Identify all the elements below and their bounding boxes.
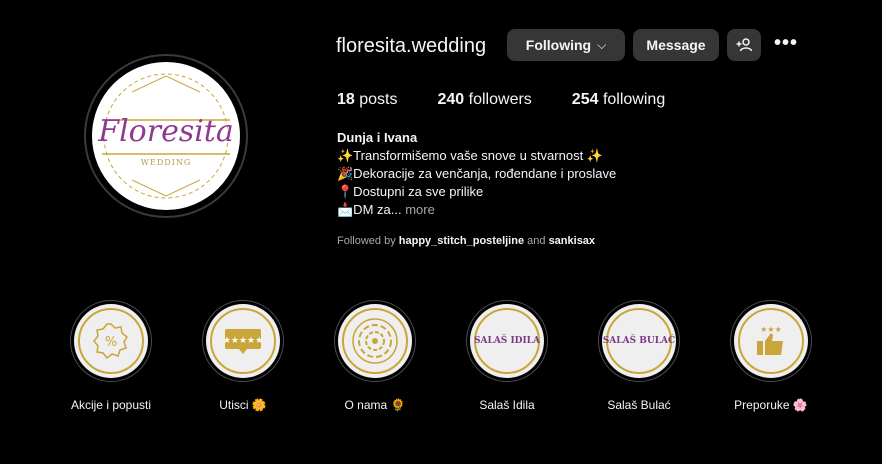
highlight-cover-text: SALAŠ BULAĆ [602, 336, 676, 346]
highlight-salas-bulac[interactable]: SALAŠ BULAĆ Salaš Bulać [584, 300, 694, 412]
message-button[interactable]: Message [633, 29, 719, 61]
highlight-cover: SALAŠ IDILA [470, 304, 544, 378]
bio-more-link[interactable]: more [405, 202, 435, 217]
highlight-ring: ★★★ [730, 300, 812, 382]
stat-posts[interactable]: 18 posts [337, 91, 398, 109]
bio-line: 🎉Dekoracije za venčanja, rođendane i pro… [337, 166, 617, 181]
bio-line: ✨Transformišemo vaše snove u stvarnost ✨ [337, 148, 603, 163]
follower-link[interactable]: happy_stitch_posteljine [399, 235, 524, 247]
highlight-preporuke[interactable]: ★★★ Preporuke 🌸 [716, 300, 826, 412]
highlight-label: Salaš Bulać [607, 398, 671, 412]
thumbs-up-icon: ★★★ [757, 325, 783, 355]
highlight-cover: % [74, 304, 148, 378]
highlight-cover: SALAŠ BULAĆ [602, 304, 676, 378]
avatar-logo: Floresita WEDDING [92, 62, 240, 210]
bio-name: Dunja i Ivana [337, 130, 418, 145]
rating-stars-icon: ★★★★★ [223, 329, 263, 354]
bio-line: 📍Dostupni za sve prilike [337, 184, 484, 199]
svg-text:★★★★★: ★★★★★ [223, 336, 263, 346]
highlight-akcije[interactable]: % Akcije i popusti [56, 300, 166, 412]
bio: Dunja i Ivana ✨Transformišemo vaše snove… [337, 129, 616, 219]
svg-text:%: % [105, 335, 117, 350]
highlight-utisci[interactable]: ★★★★★ Utisci 🌼 [188, 300, 298, 412]
bio-line-last: 📩DM za... more [337, 202, 435, 217]
add-user-icon [736, 38, 752, 52]
highlight-o-nama[interactable]: O nama 🌻 [320, 300, 430, 412]
chevron-down-icon: ⌵ [597, 37, 607, 52]
following-label: Following [525, 37, 592, 53]
highlight-label: Salaš Idila [479, 398, 535, 412]
swirl-icon [352, 318, 398, 364]
follower-link[interactable]: sankisax [549, 235, 595, 247]
svg-text:★★★: ★★★ [760, 325, 782, 334]
message-label: Message [646, 37, 706, 53]
stat-followers[interactable]: 240 followers [438, 91, 532, 109]
profile-avatar[interactable]: Floresita WEDDING [84, 54, 248, 218]
profile-stats: 18 posts 240 followers 254 following [337, 91, 705, 109]
highlight-ring [334, 300, 416, 382]
stat-following[interactable]: 254 following [572, 91, 665, 109]
highlight-cover: ★★★ [734, 304, 808, 378]
highlight-label: O nama 🌻 [344, 398, 406, 412]
highlight-label: Utisci 🌼 [219, 398, 267, 412]
add-user-button[interactable] [727, 29, 761, 61]
logo-title: Floresita [98, 114, 234, 149]
highlight-salas-idila[interactable]: SALAŠ IDILA Salaš Idila [452, 300, 562, 412]
highlight-ring: ★★★★★ [202, 300, 284, 382]
more-icon[interactable]: ••• [774, 32, 798, 55]
highlight-cover: ★★★★★ [206, 304, 280, 378]
username: floresita.wedding [336, 35, 487, 57]
highlight-label: Akcije i popusti [70, 398, 152, 412]
highlight-cover [338, 304, 412, 378]
followed-by[interactable]: Followed by happy_stitch_posteljine and … [337, 235, 595, 247]
logo-subtitle: WEDDING [140, 158, 192, 167]
percent-icon: % [93, 323, 128, 360]
following-button[interactable]: Following ⌵ [507, 29, 625, 61]
highlight-cover-text: SALAŠ IDILA [474, 336, 540, 346]
highlight-label: Preporuke 🌸 [734, 398, 808, 412]
highlight-ring: % [70, 300, 152, 382]
highlight-ring: SALAŠ BULAĆ [598, 300, 680, 382]
highlight-ring: SALAŠ IDILA [466, 300, 548, 382]
